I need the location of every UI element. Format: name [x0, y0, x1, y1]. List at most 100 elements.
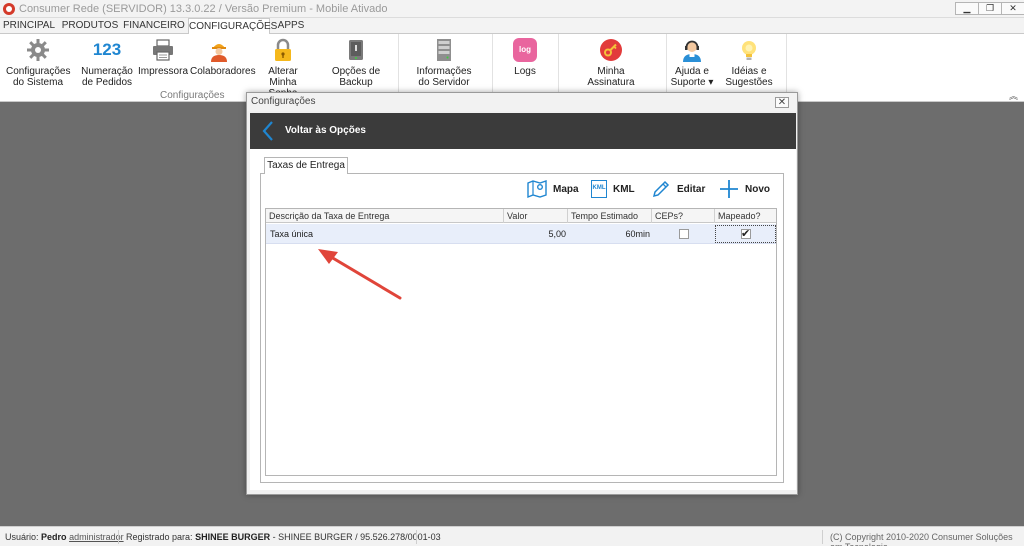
status-user-role-link[interactable]: administrador [69, 532, 124, 542]
table-row[interactable]: Taxa única 5,00 60min ✔ [266, 224, 776, 244]
button-label-line1: Impressora [138, 66, 189, 77]
ceps-checkbox[interactable] [679, 229, 689, 239]
mapeado-checkbox[interactable]: ✔ [741, 228, 751, 240]
alterar-minha-senha-button[interactable]: Alterar Minha Senha [254, 38, 312, 99]
padlock-icon [275, 38, 291, 61]
col-tempo-estimado[interactable]: Tempo Estimado [568, 209, 652, 223]
col-ceps[interactable]: CEPs? [652, 209, 715, 223]
log-icon-text: log [519, 45, 531, 54]
title-bar: Consumer Rede (SERVIDOR) 13.3.0.22 / Ver… [0, 0, 1024, 18]
annotation-arrow-icon [318, 249, 402, 300]
dialog-content: Taxas de Entrega Mapa KML KML Editar Nov… [250, 149, 796, 490]
button-label-line2: Sugestões [725, 77, 773, 88]
status-separator [416, 530, 417, 544]
status-user-name: Pedro [41, 532, 67, 542]
app-logo-icon [3, 2, 15, 15]
gear-icon [27, 39, 49, 61]
button-label-line1: Minha Assinatura [587, 66, 635, 88]
pencil-icon [652, 180, 670, 198]
novo-button[interactable]: Novo [719, 178, 770, 200]
cell-descricao: Taxa única [270, 229, 314, 239]
button-label-line1: Configurações [6, 66, 71, 77]
col-mapeado[interactable]: Mapeado? [715, 209, 776, 223]
tab-taxas-de-entrega[interactable]: Taxas de Entrega [264, 157, 348, 174]
cell-tempo: 60min [625, 229, 650, 239]
kml-icon-text: KML [592, 185, 606, 191]
button-label-line1: Alterar [268, 66, 298, 77]
grid-header: Descrição da Taxa de Entrega Valor Tempo… [266, 209, 776, 223]
backup-drive-icon [349, 40, 363, 60]
kml-file-icon: KML [591, 180, 607, 198]
tab-financeiro[interactable]: FINANCEIRO [122, 18, 186, 34]
support-agent-icon [683, 40, 701, 62]
tab-apps[interactable]: APPS [272, 18, 310, 34]
button-label-line2: de Pedidos [81, 77, 133, 88]
back-arrow-icon[interactable] [262, 121, 274, 141]
colaboradores-button[interactable]: Colaboradores [190, 38, 256, 77]
tab-principal[interactable]: PRINCIPAL [0, 18, 58, 34]
button-label-line1: Colaboradores [190, 66, 256, 77]
key-icon [600, 39, 622, 61]
lightbulb-icon [742, 41, 756, 60]
logs-button[interactable]: log Logs [505, 38, 545, 77]
ajuda-e-suporte-button[interactable]: Ajuda e Suporte ▾ [670, 38, 714, 88]
configuracoes-do-sistema-button[interactable]: Configurações do Sistema [6, 38, 70, 88]
button-label-line1: Informações [416, 66, 472, 77]
window-title: Consumer Rede (SERVIDOR) 13.3.0.22 / Ver… [19, 2, 388, 15]
status-bar: Usuário: Pedro administrador Registrado … [0, 526, 1024, 546]
numeracao-de-pedidos-button[interactable]: 123 Numeração de Pedidos [78, 38, 136, 88]
button-label-line1: Opções de Backup [331, 66, 381, 88]
button-label-line2: do Sistema [12, 77, 64, 88]
dialog-title: Configurações [247, 93, 797, 111]
check-mark-icon: ✔ [741, 228, 751, 240]
col-descricao[interactable]: Descrição da Taxa de Entrega [266, 209, 504, 223]
kml-label: KML [613, 183, 635, 195]
editar-button[interactable]: Editar [651, 178, 705, 200]
button-label-line1: Logs [514, 66, 536, 77]
impressora-button[interactable]: Impressora [138, 38, 188, 77]
worker-icon [211, 44, 227, 62]
button-label-line2: Suporte ▾ [670, 77, 714, 88]
status-separator [822, 530, 823, 544]
button-label-line1: Idéias e [731, 66, 767, 77]
dialog-close-button[interactable]: ✕ [775, 97, 789, 108]
minimize-button[interactable]: ▁ [955, 2, 979, 15]
cell-valor: 5,00 [548, 229, 566, 239]
dialog-header: Voltar às Opções [250, 113, 796, 149]
status-registered-name: SHINEE BURGER [195, 532, 271, 542]
button-label-line2: do Servidor [418, 77, 470, 88]
informacoes-do-servidor-button[interactable]: Informações do Servidor [410, 38, 478, 88]
numbers-123-icon: 123 [92, 40, 122, 59]
tab-panel: Mapa KML KML Editar Novo Descrição da Ta… [260, 173, 784, 483]
button-label-line1: Numeração [81, 66, 133, 77]
plus-icon [720, 180, 738, 198]
button-label-line1: Ajuda e [675, 66, 709, 77]
status-copyright: (C) Copyright 2010-2020 Consumer Soluçõe… [830, 532, 1013, 546]
tab-configuracoes[interactable]: CONFIGURAÇÕES [188, 18, 277, 35]
col-valor[interactable]: Valor [504, 209, 568, 223]
kml-button[interactable]: KML KML [591, 178, 635, 200]
restore-button[interactable]: ❐ [978, 2, 1002, 15]
ideias-e-sugestoes-button[interactable]: Idéias e Sugestões [722, 38, 776, 88]
voltar-opcoes-link[interactable]: Voltar às Opções [285, 125, 366, 136]
status-user-prefix: Usuário: [5, 532, 39, 542]
server-icon [437, 39, 451, 61]
status-separator [118, 530, 119, 544]
status-registered: Registrado para: SHINEE BURGER - SHINEE … [126, 532, 441, 542]
minha-assinatura-button[interactable]: Minha Assinatura [575, 38, 647, 88]
mapa-label: Mapa [553, 183, 579, 195]
log-icon: log [513, 38, 537, 62]
status-user: Usuário: Pedro administrador [5, 532, 124, 542]
status-registered-prefix: Registrado para: [126, 532, 193, 542]
editar-label: Editar [677, 183, 706, 195]
printer-icon [153, 39, 173, 61]
collapse-ribbon-icon[interactable]: ︽ [1009, 89, 1018, 102]
ribbon-tabs: PRINCIPAL PRODUTOS FINANCEIRO CONFIGURAÇ… [0, 18, 1024, 35]
opcoes-de-backup-button[interactable]: Opções de Backup [318, 38, 394, 88]
tab-produtos[interactable]: PRODUTOS [60, 18, 120, 34]
ribbon-group-label: Configurações [160, 90, 225, 101]
novo-label: Novo [745, 183, 770, 195]
close-window-button[interactable]: ✕ [1001, 2, 1024, 15]
mapa-button[interactable]: Mapa [527, 178, 579, 200]
map-icon [527, 180, 547, 199]
